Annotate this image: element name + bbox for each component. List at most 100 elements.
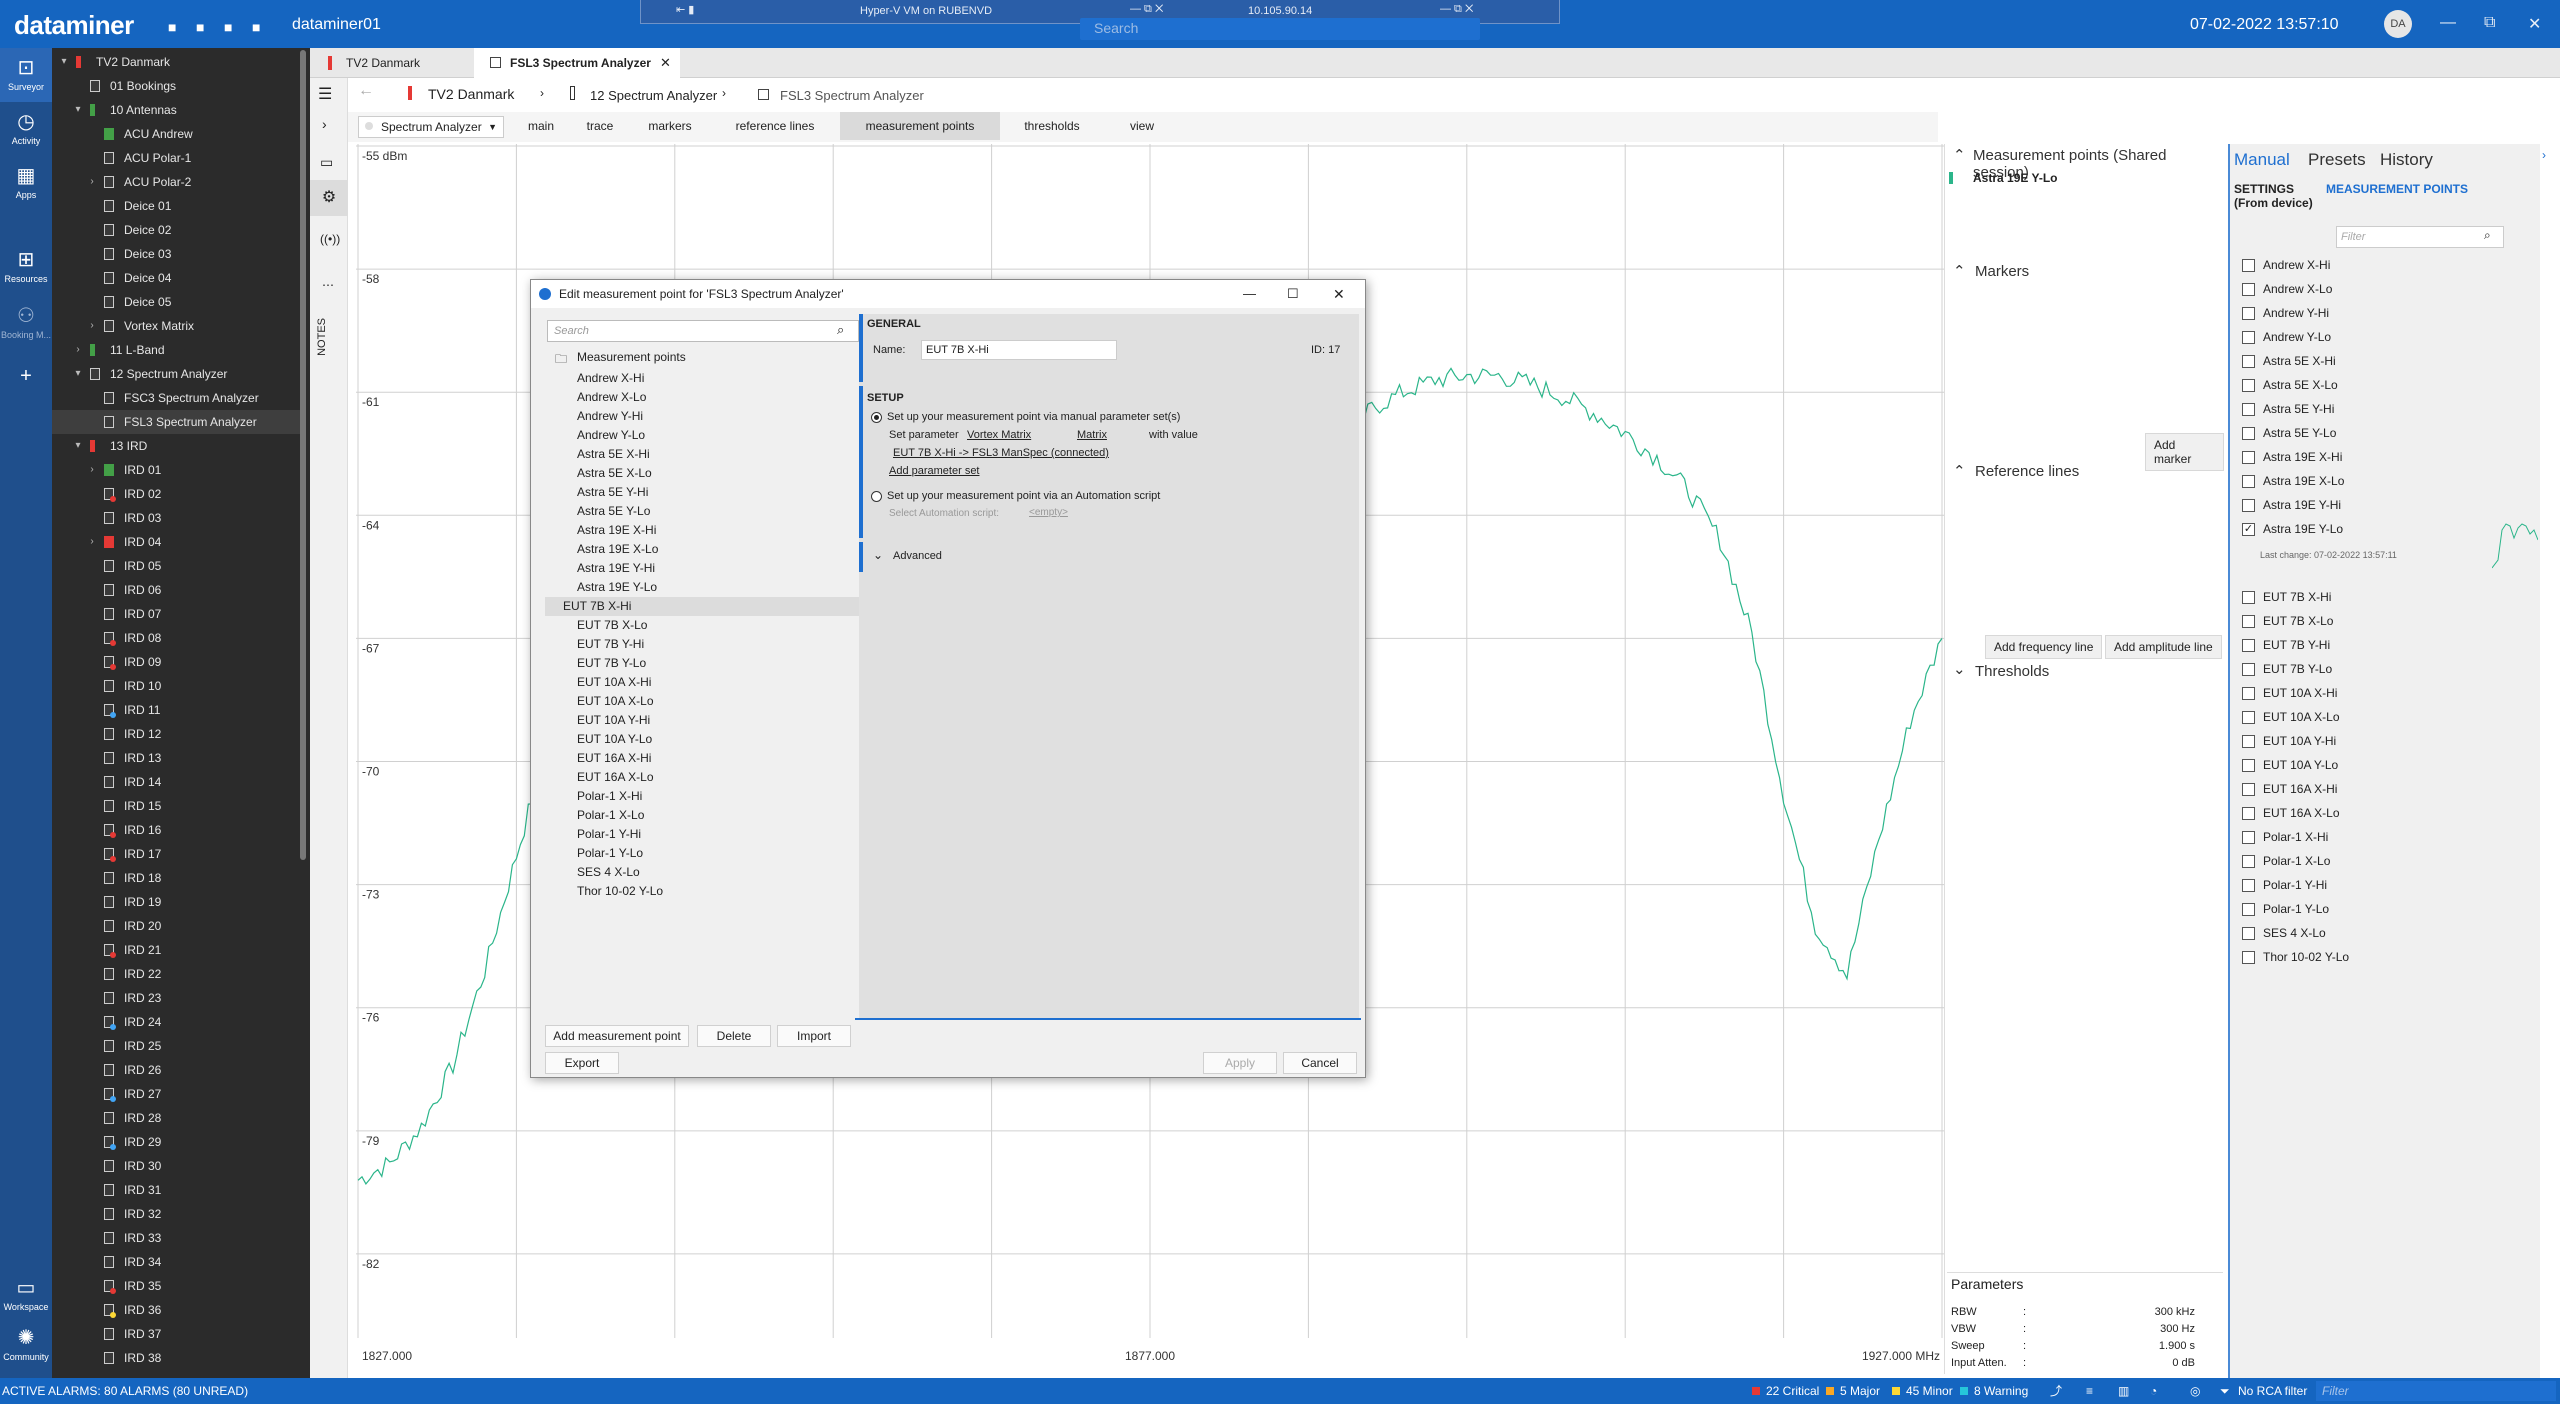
warning-count[interactable]: 8 Warning [1974, 1378, 2028, 1404]
mp-list-item[interactable]: EUT 10A X-Lo [577, 692, 857, 711]
surveyor-item[interactable]: IRD 13 [52, 746, 300, 770]
checkbox[interactable] [2242, 831, 2255, 845]
graph-icon[interactable]: ⤴ [2050, 1378, 2062, 1404]
surveyor-item[interactable]: ▾ 10 Antennas [52, 98, 300, 122]
checkbox[interactable] [2242, 711, 2255, 725]
expand-right-icon[interactable]: › [86, 458, 98, 482]
page-tab[interactable]: main [512, 112, 570, 140]
surveyor-item[interactable]: IRD 23 [52, 986, 300, 1010]
page-tab[interactable]: trace [570, 112, 630, 140]
mp-checkbox-row[interactable]: Astra 5E X-Lo [2242, 374, 2338, 396]
surveyor-item[interactable]: IRD 24 [52, 1010, 300, 1034]
critical-count[interactable]: 22 Critical [1766, 1378, 1819, 1404]
checkbox[interactable] [2242, 663, 2255, 677]
surveyor-item[interactable]: IRD 08 [52, 626, 300, 650]
mp-list-item[interactable]: Thor 10-02 Y-Lo [577, 882, 857, 901]
surveyor-item[interactable]: IRD 18 [52, 866, 300, 890]
import-button[interactable]: Import [777, 1025, 851, 1047]
tab-presets[interactable]: Presets [2308, 150, 2366, 170]
checkbox[interactable] [2242, 379, 2255, 393]
mp-active-item[interactable]: Astra 19E Y-Lo [1973, 171, 2057, 185]
checkbox[interactable] [2242, 427, 2255, 441]
export-button[interactable]: Export [545, 1052, 619, 1074]
surveyor-item[interactable]: IRD 05 [52, 554, 300, 578]
checkbox[interactable] [2242, 687, 2255, 701]
breadcrumb-item[interactable]: TV2 Danmark [428, 86, 514, 102]
surveyor-item[interactable]: IRD 31 [52, 1178, 300, 1202]
target-icon[interactable]: ◎ [2190, 1378, 2200, 1404]
expand-down-icon[interactable]: ▾ [58, 50, 70, 74]
settings-sliders-icon[interactable]: ⚙ [310, 180, 348, 216]
mp-checkbox-row[interactable]: Astra 19E X-Lo [2242, 470, 2344, 492]
surveyor-item[interactable]: FSC3 Spectrum Analyzer [52, 386, 300, 410]
surveyor-item[interactable]: IRD 28 [52, 1106, 300, 1130]
surveyor-item[interactable]: IRD 07 [52, 602, 300, 626]
mp-root[interactable]: Measurement points [577, 350, 686, 364]
checkbox[interactable] [2242, 307, 2255, 321]
monitor-icon[interactable]: ▭ [320, 154, 333, 171]
checkbox[interactable] [2242, 591, 2255, 605]
element-link[interactable]: Vortex Matrix [967, 429, 1031, 441]
mp-list-item[interactable]: SES 4 X-Lo [577, 863, 857, 882]
surveyor-item[interactable]: IRD 10 [52, 674, 300, 698]
mp-list-item[interactable]: Astra 5E Y-Hi [577, 483, 857, 502]
breadcrumb-item[interactable]: 12 Spectrum Analyzer [590, 88, 717, 103]
surveyor-item[interactable]: IRD 35 [52, 1274, 300, 1298]
reference-lines-title[interactable]: Reference lines [1975, 463, 2079, 480]
tab-fsl3-spectrum-analyzer[interactable]: FSL3 Spectrum Analyzer ✕ [474, 48, 680, 78]
mp-list-item[interactable]: Andrew X-Lo [577, 388, 857, 407]
rail-workspace[interactable]: ▭ Workspace [0, 1276, 52, 1312]
surveyor-item[interactable]: Deice 01 [52, 194, 300, 218]
mp-list-item[interactable]: Andrew X-Hi [577, 369, 857, 388]
surveyor-item[interactable]: ▾ TV2 Danmark [52, 50, 300, 74]
automation-radio[interactable] [871, 491, 882, 502]
surveyor-item[interactable]: IRD 16 [52, 818, 300, 842]
checkbox[interactable] [2242, 927, 2255, 941]
hyperv-window-icon[interactable]: — ⧉ ✕ [1440, 3, 1473, 16]
mp-checkbox-row[interactable]: EUT 7B X-Hi [2242, 586, 2331, 608]
minor-count[interactable]: 45 Minor [1906, 1378, 1953, 1404]
mp-checkbox-row[interactable]: Andrew Y-Lo [2242, 326, 2331, 348]
mp-checkbox-row[interactable]: Polar-1 X-Lo [2242, 850, 2330, 872]
add-frequency-line-button[interactable]: Add frequency line [1985, 635, 2103, 659]
mp-list-item[interactable]: Astra 5E X-Lo [577, 464, 857, 483]
active-alarms[interactable]: ACTIVE ALARMS: 80 ALARMS (80 UNREAD) [2, 1378, 248, 1404]
surveyor-item[interactable]: Deice 04 [52, 266, 300, 290]
page-tab[interactable]: view [1104, 112, 1180, 140]
restore-icon[interactable]: ⧉ [2484, 14, 2495, 32]
option-automation-label[interactable]: Set up your measurement point via an Aut… [887, 490, 1160, 502]
mp-checkbox-row[interactable]: EUT 10A X-Hi [2242, 682, 2337, 704]
mp-checkbox-row[interactable]: EUT 7B Y-Hi [2242, 634, 2330, 656]
surveyor-scrollbar[interactable] [300, 50, 306, 860]
surveyor-item[interactable]: IRD 34 [52, 1250, 300, 1274]
mp-list-item[interactable]: EUT 7B X-Lo [577, 616, 857, 635]
mp-checkbox-row[interactable]: Astra 5E X-Hi [2242, 350, 2336, 372]
mp-list-item[interactable]: EUT 10A Y-Hi [577, 711, 857, 730]
mp-checkbox-row[interactable]: EUT 7B Y-Lo [2242, 658, 2332, 680]
analyzer-select[interactable]: Spectrum Analyzer ▼ [358, 116, 504, 138]
script-link[interactable]: <empty> [1029, 507, 1068, 518]
major-count[interactable]: 5 Major [1840, 1378, 1880, 1404]
tab-tv2-danmark[interactable]: TV2 Danmark [310, 48, 434, 78]
surveyor-item[interactable]: IRD 02 [52, 482, 300, 506]
value-link[interactable]: EUT 7B X-Hi -> FSL3 ManSpec (connected) [893, 447, 1109, 459]
mp-list-item[interactable]: Polar-1 X-Hi [577, 787, 857, 806]
pie-icon[interactable]: ◔ [2150, 1378, 2157, 1404]
surveyor-item[interactable]: IRD 12 [52, 722, 300, 746]
expand-down-icon[interactable]: ▾ [72, 434, 84, 458]
close-icon[interactable]: ✕ [1333, 280, 1345, 308]
surveyor-item[interactable]: ACU Polar-1 [52, 146, 300, 170]
checkbox[interactable] [2242, 615, 2255, 629]
filter-icon[interactable]: ⏷ [2220, 1378, 2230, 1404]
more-icon[interactable]: ⋯ [322, 278, 334, 292]
search-icon[interactable]: ⌕ [2484, 228, 2491, 243]
collapse-panel-icon[interactable]: › [2542, 148, 2546, 162]
checkbox[interactable] [2242, 403, 2255, 417]
mp-list-item[interactable]: Andrew Y-Hi [577, 407, 857, 426]
rail-surveyor[interactable]: ⊡ Surveyor [0, 48, 52, 102]
surveyor-item[interactable]: IRD 19 [52, 890, 300, 914]
checkbox[interactable] [2242, 951, 2255, 965]
rail-apps[interactable]: ▦ Apps [0, 164, 52, 200]
advanced-toggle[interactable]: Advanced [893, 550, 942, 562]
close-icon[interactable]: ✕ [2528, 14, 2541, 34]
